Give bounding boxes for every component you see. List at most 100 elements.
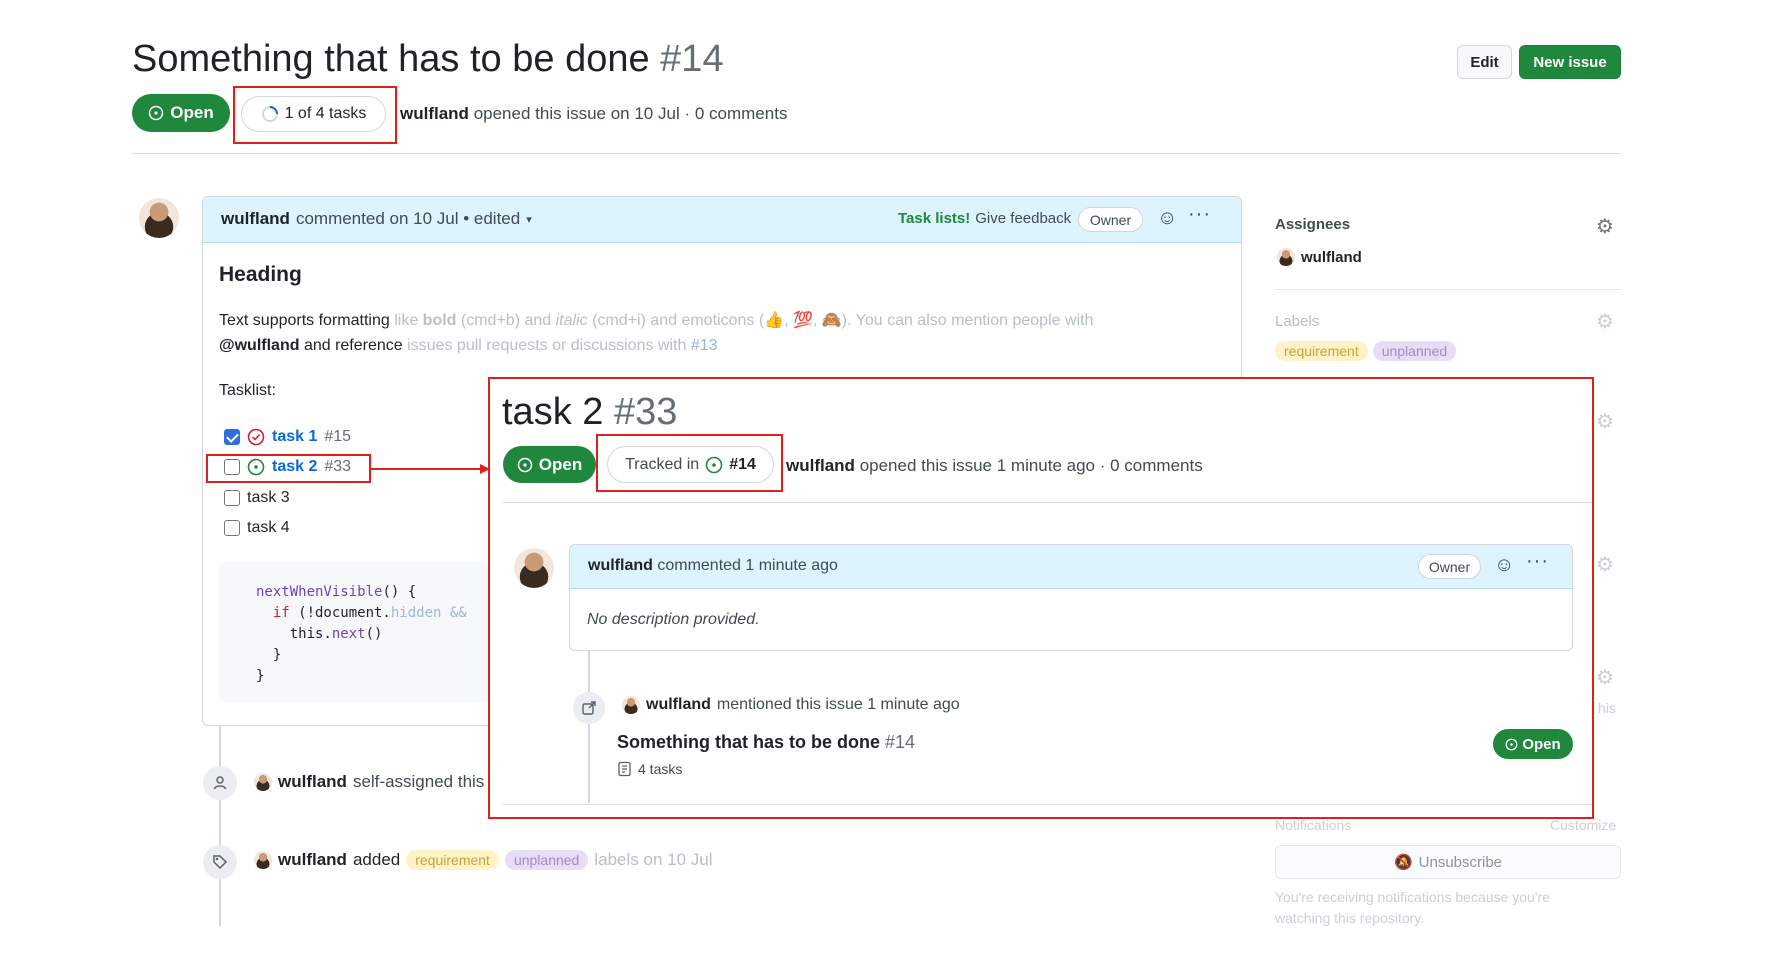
annotation-box-tracked	[596, 434, 783, 492]
gear-icon[interactable]: ⚙	[1596, 409, 1614, 434]
ref-number: #14	[885, 732, 916, 752]
code-next: next	[331, 626, 366, 642]
owner-badge: Owner	[1078, 207, 1143, 232]
code-content: nextWhenVisible() { if (!document.hidden…	[256, 582, 475, 687]
gear-icon[interactable]: ⚙	[1596, 552, 1614, 577]
comment-author-link[interactable]: wulfland	[221, 209, 290, 229]
code-close-1: }	[272, 647, 282, 663]
notifications-note: You're receiving notifications because y…	[1275, 887, 1550, 929]
tasklists-label: Task lists!	[898, 210, 971, 227]
timeline-assigned-text: self-assigned this	[352, 772, 485, 791]
timeline-labels-author[interactable]: wulfland	[278, 850, 347, 870]
overlay-author-link[interactable]: wulfland	[786, 456, 855, 475]
avatar	[1277, 248, 1295, 266]
sidebar-divider	[1275, 289, 1621, 290]
issue-author-link[interactable]: wulfland	[400, 104, 469, 123]
smiley-icon[interactable]: ☺	[1494, 554, 1514, 577]
bell-slash-icon: 🔕	[1393, 854, 1413, 871]
avatar[interactable]	[139, 198, 179, 238]
ref-tasks-label: 4 tasks	[638, 761, 683, 777]
notifications-heading: Notifications	[1275, 817, 1352, 833]
overlay-timeline-line	[588, 651, 590, 803]
mention-link[interactable]: @wulfland	[219, 337, 299, 354]
code-l2-faded: hidden &&	[390, 605, 476, 621]
chevron-down-icon[interactable]: ▾	[526, 213, 532, 226]
timeline-assigned-author[interactable]: wulfland	[278, 772, 347, 792]
owner-badge: Owner	[1418, 554, 1481, 579]
label-requirement[interactable]: requirement	[1275, 341, 1368, 361]
avatar[interactable]	[254, 851, 272, 869]
assignee-name: wulfland	[1301, 248, 1362, 266]
overlay-bottom-divider	[503, 804, 1592, 805]
assignee-item[interactable]: wulfland	[1277, 248, 1362, 266]
header-divider	[132, 153, 1622, 154]
status-badge: Open	[132, 94, 230, 132]
status-label: Open	[170, 103, 214, 122]
code-l3-rest: ()	[365, 626, 383, 642]
mention-text: mentioned this issue 1 minute ago	[716, 696, 960, 713]
code-l1-rest: () {	[382, 584, 417, 600]
sidebar-labels: requirement unplanned	[1275, 341, 1457, 361]
kebab-menu-icon[interactable]: ···	[1188, 203, 1211, 226]
gear-icon[interactable]: ⚙	[1596, 214, 1614, 239]
issue-open-icon	[1505, 738, 1518, 750]
overlay-meta-text: opened this issue 1 minute ago · 0 comme…	[859, 456, 1203, 475]
overlay-comment-author[interactable]: wulfland	[588, 557, 653, 574]
overlay-status-badge: Open	[503, 446, 596, 483]
p1-text-d: (cmd+b) and	[460, 312, 552, 329]
referenced-issue-title[interactable]: Something that has to be done #14	[617, 732, 915, 753]
comment-meta: wulfland commented on 10 Jul • edited ▾	[221, 209, 532, 229]
task-3-label: task 3	[247, 489, 290, 506]
tasklists-feedback: Task lists! Give feedback	[898, 210, 1071, 227]
tag-icon	[203, 845, 237, 879]
task-4-checkbox[interactable]	[224, 520, 240, 536]
ref-status-label: Open	[1522, 735, 1561, 753]
comment-meta-text: commented on 10 Jul • edited	[295, 209, 521, 228]
overlay-divider	[503, 502, 1592, 503]
person-icon	[203, 766, 237, 800]
unsubscribe-button[interactable]: 🔕 Unsubscribe	[1275, 845, 1621, 879]
issue-open-icon	[149, 105, 164, 121]
timeline-line	[219, 726, 221, 926]
task-3-checkbox[interactable]	[224, 490, 240, 506]
task-1-checkbox[interactable]	[224, 429, 240, 445]
label-unplanned[interactable]: unplanned	[1372, 341, 1457, 361]
edit-button[interactable]: Edit	[1457, 45, 1512, 79]
overlay-comment-meta: wulfland commented 1 minute ago	[588, 557, 838, 575]
p2-text-c: issues pull requests or discussions with	[407, 337, 687, 354]
tasklist-label: Tasklist:	[219, 382, 276, 399]
p1-text-italic: italic	[555, 312, 588, 329]
avatar[interactable]	[514, 548, 554, 588]
gear-icon[interactable]: ⚙	[1596, 665, 1614, 690]
comment-paragraph-1: Text supports formatting like bold (cmd+…	[219, 310, 1093, 330]
unsubscribe-label: Unsubscribe	[1418, 853, 1503, 871]
overlay-mention-event: wulfland mentioned this issue 1 minute a…	[622, 696, 960, 714]
avatar[interactable]	[254, 773, 272, 791]
task-1-link[interactable]: task 1	[272, 428, 317, 446]
assignees-heading: Assignees	[1275, 216, 1351, 233]
overlay-issue-number: #33	[613, 391, 678, 433]
p1-text-a: Text supports formatting	[219, 312, 390, 329]
new-issue-button[interactable]: New issue	[1519, 45, 1621, 79]
timeline-labels-added: added	[352, 850, 401, 869]
annotation-box-task2	[206, 454, 371, 483]
issue-ref-link[interactable]: #13	[691, 337, 718, 354]
give-feedback-link[interactable]: Give feedback	[975, 210, 1071, 227]
kebab-menu-icon[interactable]: ···	[1526, 550, 1549, 573]
label-requirement[interactable]: requirement	[406, 850, 499, 870]
smiley-icon[interactable]: ☺	[1157, 207, 1177, 230]
tasklist-icon	[618, 761, 631, 777]
customize-link[interactable]: Customize	[1550, 817, 1616, 833]
issue-meta-text: opened this issue on 10 Jul · 0 comments	[473, 104, 788, 123]
sidebar-partial-text: his	[1598, 700, 1616, 716]
overlay-issue-title: task 2	[502, 391, 604, 433]
overlay-issue-meta: wulfland opened this issue 1 minute ago …	[786, 456, 1203, 476]
code-fn-name: nextWhenVisible	[256, 584, 383, 600]
annotation-arrow	[370, 464, 490, 474]
notifications-note-line-2: watching this repository.	[1275, 910, 1425, 926]
p1-text-bold: bold	[422, 312, 457, 329]
gear-icon[interactable]: ⚙	[1596, 309, 1614, 334]
mention-author[interactable]: wulfland	[646, 696, 711, 714]
label-unplanned[interactable]: unplanned	[504, 850, 589, 870]
avatar[interactable]	[622, 696, 640, 714]
